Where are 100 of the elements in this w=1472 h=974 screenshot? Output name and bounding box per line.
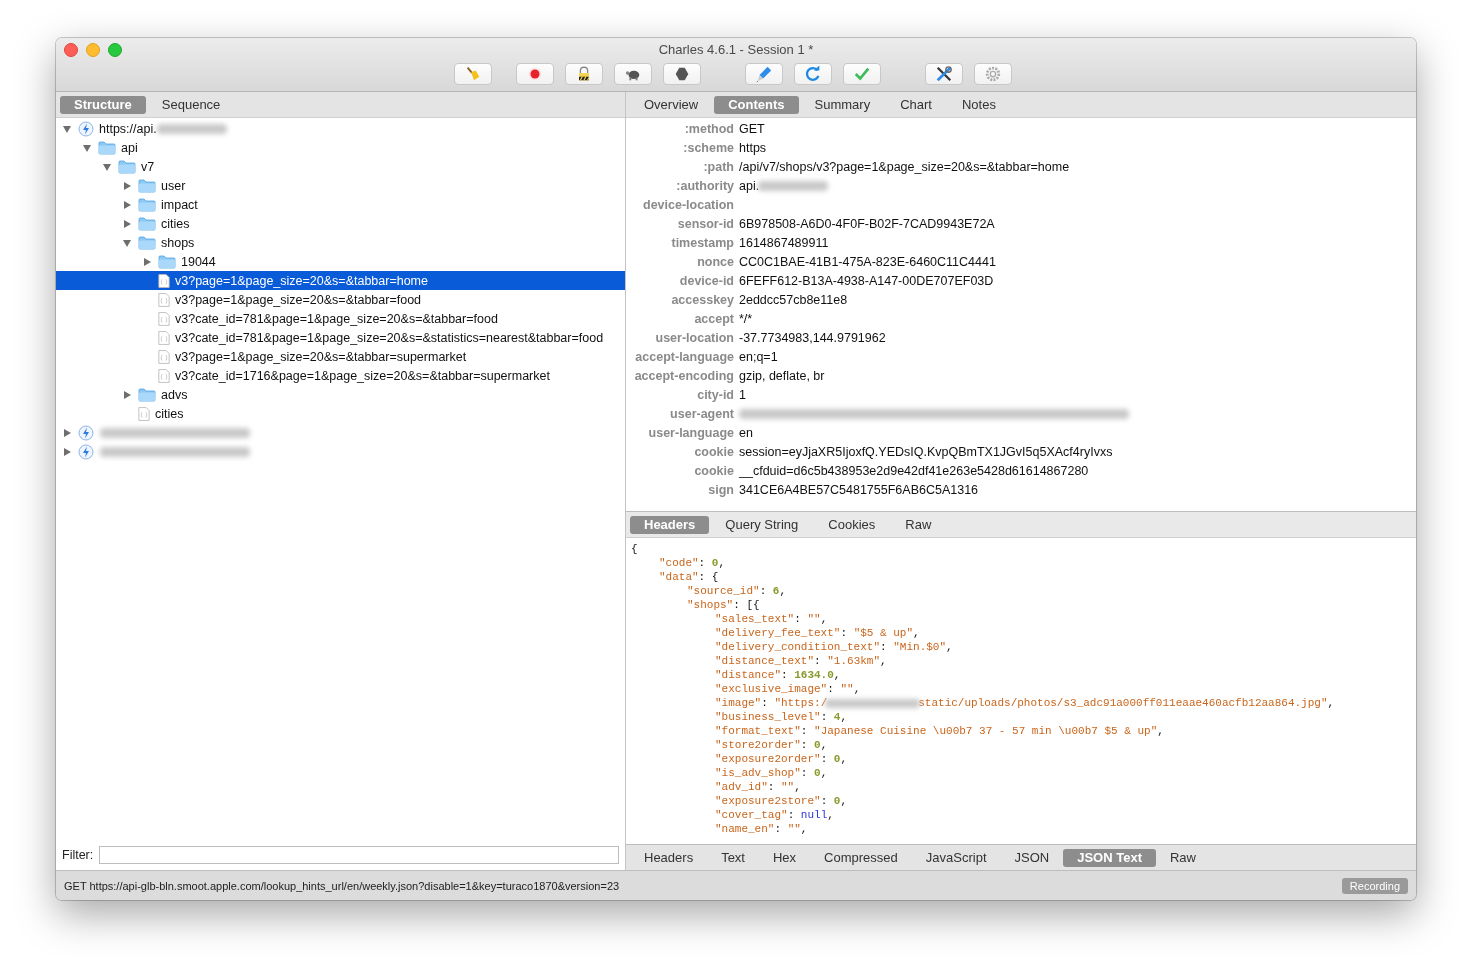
tab[interactable]: Sequence: [147, 95, 235, 114]
folder-icon: [138, 197, 156, 212]
header-name: device-id: [678, 273, 734, 288]
tab[interactable]: Raw: [891, 515, 946, 534]
header-value: __cfduid=d6c5b438953e2d9e42df41e263e5428d61614867280: [739, 463, 1089, 478]
collapse-triangle-icon[interactable]: [82, 142, 92, 153]
tree-label: cities: [155, 406, 184, 421]
tree-item[interactable]: v7: [56, 157, 625, 176]
tree-item[interactable]: v3?cate_id=1716&page=1&page_size=20&s=&tabbar=supermarket: [56, 366, 625, 385]
tab[interactable]: Text: [707, 848, 759, 867]
code-line: "adv_id": "",: [714, 780, 801, 794]
tree-item[interactable]: v3?cate_id=781&page=1&page_size=20&s=&statistics=nearest&tabbar=food: [56, 328, 625, 347]
tree-label: v3?page=1&page_size=20&s=&tabbar=home: [175, 273, 428, 288]
recording-badge: Recording: [1341, 877, 1408, 894]
tree-label: v3?cate_id=781&page=1&page_size=20&s=&statistics=nearest&tabbar=food: [175, 330, 604, 345]
lightning-icon: [78, 443, 94, 460]
header-name: :path: [702, 159, 734, 174]
tree-label: v7: [141, 159, 155, 174]
tree-item[interactable]: 19044: [56, 252, 625, 271]
tree-item[interactable]: cities: [56, 404, 625, 423]
tree-item[interactable]: v3?page=1&page_size=20&s=&tabbar=supermarket: [56, 347, 625, 366]
code-line: "exposure2order": 0,: [714, 752, 848, 766]
collapse-triangle-icon[interactable]: [102, 161, 112, 172]
tab[interactable]: JavaScript: [911, 848, 1001, 867]
tab[interactable]: Notes: [947, 95, 1010, 114]
header-name: timestamp: [670, 235, 734, 250]
folder-icon: [138, 387, 156, 402]
tab[interactable]: Chart: [886, 95, 946, 114]
refresh-icon: [804, 65, 822, 83]
lightning-icon: [78, 120, 94, 137]
toolbar-button[interactable]: [565, 63, 603, 85]
expand-triangle-icon[interactable]: [142, 256, 152, 267]
collapse-triangle-icon[interactable]: [122, 237, 132, 248]
close-button[interactable]: [64, 43, 78, 57]
toolbar-button[interactable]: [663, 63, 701, 85]
document-icon: [158, 330, 170, 345]
tree-label: cities: [161, 216, 190, 231]
tree-item[interactable]: user: [56, 176, 625, 195]
header-value: /api/v7/shops/v3?page=1&page_size=20&s=&tabbar=home: [739, 159, 1070, 174]
code-line: "image": "https:/ static/uploads/photos/s3_adc91a000ff011eaae460acfb12aa864.jpg",: [714, 696, 1335, 710]
tree-item[interactable]: v3?cate_id=781&page=1&page_size=20&s=&tabbar=food: [56, 309, 625, 328]
code-line: "exposure2store": 0,: [714, 794, 848, 808]
code-line: "is_adv_shop": 0,: [714, 766, 828, 780]
toolbar-button[interactable]: [516, 63, 554, 85]
tree-label: v3?cate_id=1716&page=1&page_size=20&s=&tabbar=supermarket: [175, 368, 550, 383]
stop-icon: [673, 65, 691, 83]
collapse-triangle-icon[interactable]: [62, 123, 72, 134]
tab[interactable]: Raw: [1155, 848, 1210, 867]
toolbar-button[interactable]: [614, 63, 652, 85]
window-title: Charles 4.6.1 - Session 1 *: [658, 42, 814, 57]
filter-field[interactable]: [99, 846, 619, 864]
tree-label: advs: [161, 387, 188, 402]
tree-item[interactable]: cities: [56, 214, 625, 233]
header-value: 341CE6A4BE57C5481755F6AB6C5A1316: [739, 482, 979, 497]
document-icon: [158, 368, 170, 383]
tree-item[interactable]: advs: [56, 385, 625, 404]
header-value: gzip, deflate, br: [739, 368, 825, 383]
tab[interactable]: Hex: [759, 848, 811, 867]
code-line: "delivery_condition_text": "Min.$0",: [714, 640, 953, 654]
tree-item[interactable]: impact: [56, 195, 625, 214]
header-name: sign: [707, 482, 734, 497]
tab[interactable]: Compressed: [810, 848, 912, 867]
code-line: "store2order": 0,: [714, 738, 828, 752]
tree-label: https://api.: [99, 121, 157, 136]
expand-triangle-icon[interactable]: [62, 427, 72, 438]
lightning-icon: [78, 424, 94, 441]
expand-triangle-icon[interactable]: [62, 446, 72, 457]
code-line: "format_text": "Japanese Cuisine \u00b7 37 - 57 min \u00b7 $5 & up",: [714, 724, 1164, 738]
header-name: sensor-id: [676, 216, 734, 231]
header-value: https: [739, 140, 767, 155]
code-line: "distance_text": "1.63km",: [714, 654, 887, 668]
expand-triangle-icon[interactable]: [122, 199, 132, 210]
header-name: user-location: [654, 330, 734, 345]
header-value: 1: [739, 387, 746, 402]
header-value: en;q=1: [739, 349, 778, 364]
tree-item[interactable]: v3?page=1&page_size=20&s=&tabbar=home: [56, 271, 625, 290]
code-line: {: [631, 542, 638, 556]
folder-icon: [138, 216, 156, 231]
header-value: CC0C1BAE-41B1-475A-823E-6460C11C4441: [739, 254, 996, 269]
header-value: 6FEFF612-B13A-4938-A147-00DE707EF03D: [739, 273, 994, 288]
tree-item[interactable]: v3?page=1&page_size=20&s=&tabbar=food: [56, 290, 625, 309]
expand-triangle-icon[interactable]: [122, 180, 132, 191]
header-value: api.: [739, 178, 760, 193]
folder-icon: [158, 254, 176, 269]
header-name: :scheme: [682, 140, 734, 155]
tab[interactable]: JSON: [1000, 848, 1064, 867]
tree-label: v3?page=1&page_size=20&s=&tabbar=supermarket: [175, 349, 467, 364]
code-line: "sales_text": "",: [714, 612, 828, 626]
tree-item[interactable]: api: [56, 138, 625, 157]
tab[interactable]: Overview: [630, 95, 713, 114]
header-value: 1614867489911: [739, 235, 829, 250]
tree-item[interactable]: https://api.: [56, 119, 625, 138]
expand-triangle-icon[interactable]: [122, 389, 132, 400]
tree-item[interactable]: shops: [56, 233, 625, 252]
tab[interactable]: Summary: [800, 95, 885, 114]
tab[interactable]: Query String: [711, 515, 813, 534]
tab[interactable]: Cookies: [814, 515, 890, 534]
toolbar-button[interactable]: [925, 63, 963, 85]
tab[interactable]: Headers: [630, 848, 708, 867]
expand-triangle-icon[interactable]: [122, 218, 132, 229]
